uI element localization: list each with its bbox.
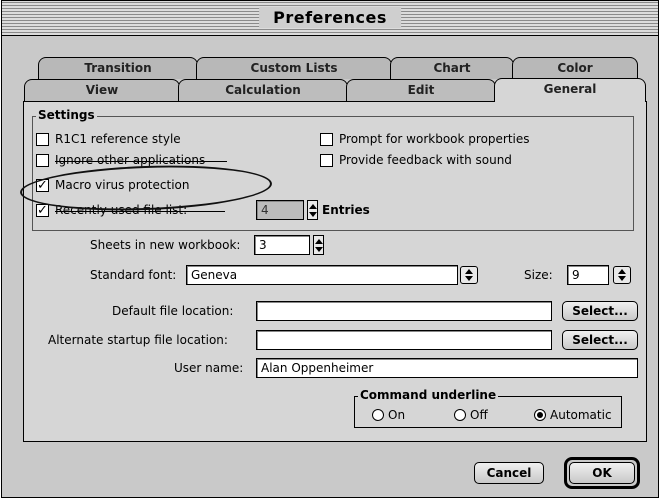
checkbox-box[interactable] [320, 153, 333, 167]
prompt-properties-checkbox[interactable]: Prompt for workbook properties [320, 132, 530, 146]
preferences-window: Preferences Transition Custom Lists Char… [1, 0, 659, 498]
checkbox-box[interactable] [36, 153, 49, 167]
feedback-sound-checkbox[interactable]: Provide feedback with sound [320, 153, 512, 167]
default-location-label: Default file location: [112, 304, 234, 318]
user-name-field[interactable]: Alan Oppenheimer [256, 358, 638, 378]
tab-chart[interactable]: Chart [390, 57, 514, 79]
size-field[interactable]: 9 [567, 265, 609, 285]
r1c1-checkbox[interactable]: R1C1 reference style [36, 132, 181, 146]
tab-general[interactable]: General [494, 78, 646, 102]
feedback-sound-label: Provide feedback with sound [339, 153, 512, 167]
ok-button[interactable]: OK [569, 462, 635, 484]
sheets-field[interactable]: 3 [254, 235, 310, 255]
radio-label: Off [470, 408, 488, 422]
radio-circle[interactable] [534, 409, 546, 421]
size-popup-icon[interactable] [613, 266, 631, 284]
size-label: Size: [524, 268, 553, 282]
window-title: Preferences [259, 7, 401, 28]
standard-font-label: Standard font: [90, 268, 177, 282]
tab-transition[interactable]: Transition [38, 57, 198, 79]
tab-color[interactable]: Color [512, 57, 638, 79]
radio-label: Automatic [550, 408, 612, 422]
title-bar[interactable]: Preferences [2, 1, 658, 36]
alt-startup-field[interactable] [256, 330, 552, 350]
checkmark-icon[interactable]: ✓ [36, 203, 49, 217]
radio-circle[interactable] [372, 409, 384, 421]
radio-circle[interactable] [454, 409, 466, 421]
stepper-up-icon[interactable] [315, 239, 323, 244]
general-panel: Settings R1C1 reference style Ignore oth… [23, 101, 647, 442]
tab-edit[interactable]: Edit [346, 79, 496, 101]
r1c1-label: R1C1 reference style [55, 132, 181, 146]
recent-files-count-field[interactable]: 4 [256, 200, 304, 220]
underline-off-radio[interactable]: Off [454, 408, 488, 422]
strikethrough-mark [55, 161, 227, 162]
strikethrough-mark [55, 211, 225, 212]
command-underline-label: Command underline [358, 388, 499, 402]
checkbox-box[interactable] [320, 132, 333, 146]
user-name-label: User name: [174, 361, 244, 375]
stepper-up-icon[interactable] [309, 204, 317, 209]
font-popup-icon[interactable] [460, 266, 478, 284]
tab-calculation[interactable]: Calculation [178, 79, 348, 101]
entries-label: Entries [322, 203, 370, 217]
stepper-down-icon[interactable] [315, 247, 323, 252]
alt-startup-label: Alternate startup file location: [48, 333, 228, 347]
cancel-button[interactable]: Cancel [474, 462, 544, 484]
underline-on-radio[interactable]: On [372, 408, 405, 422]
sheets-stepper[interactable] [313, 235, 324, 255]
sheets-label: Sheets in new workbook: [90, 238, 241, 252]
tab-custom-lists[interactable]: Custom Lists [196, 57, 392, 79]
tab-view[interactable]: View [24, 79, 180, 101]
default-location-select-button[interactable]: Select... [562, 301, 638, 321]
recent-files-stepper[interactable] [307, 200, 318, 220]
settings-group-label: Settings [36, 108, 97, 122]
standard-font-field[interactable]: Geneva [186, 265, 458, 285]
checkbox-box[interactable] [36, 132, 49, 146]
underline-automatic-radio[interactable]: Automatic [534, 408, 612, 422]
stepper-down-icon[interactable] [309, 212, 317, 217]
prompt-properties-label: Prompt for workbook properties [339, 132, 530, 146]
default-location-field[interactable] [256, 301, 552, 321]
radio-label: On [388, 408, 406, 422]
alt-startup-select-button[interactable]: Select... [562, 330, 638, 350]
